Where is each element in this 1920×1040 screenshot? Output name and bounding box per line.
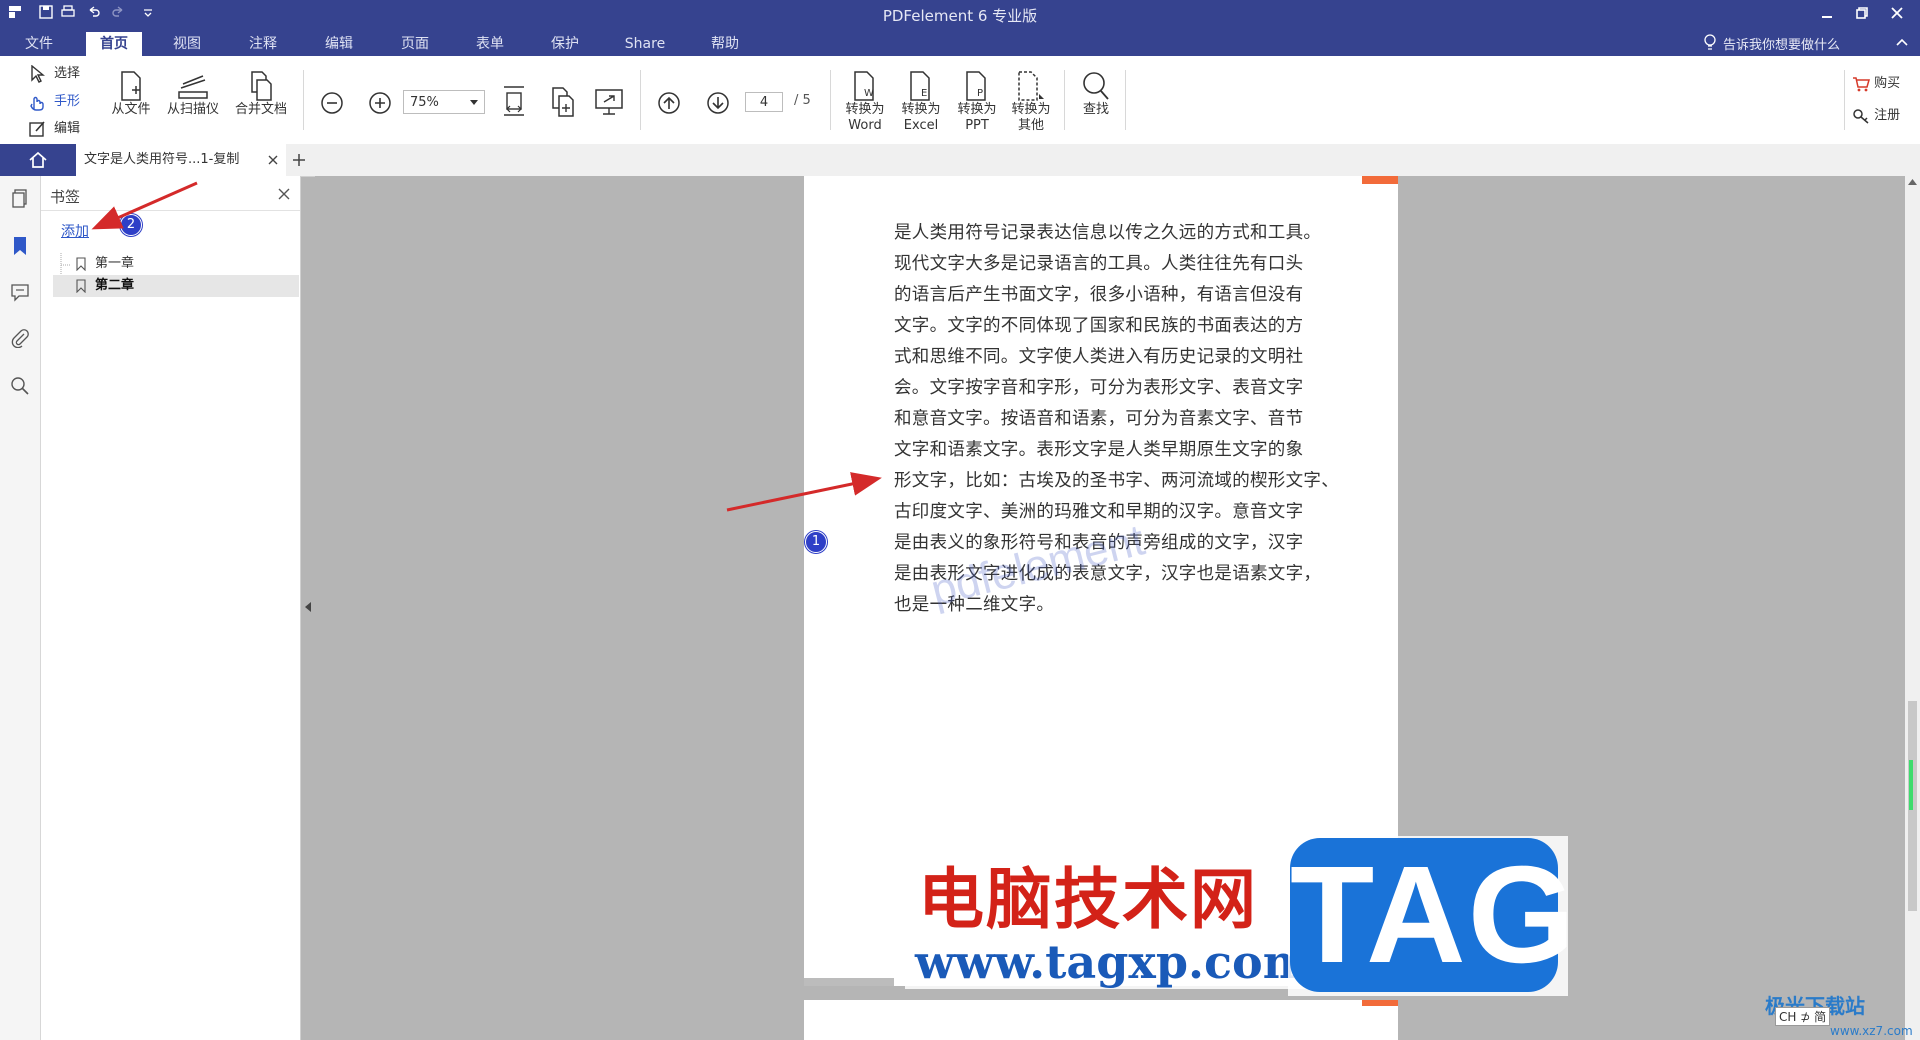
site-url-watermark: www.tagxp.com (905, 935, 1322, 989)
vertical-scrollbar[interactable] (1905, 176, 1920, 1040)
arrow-to-add-link (91, 181, 198, 230)
site-name-watermark: 电脑技术网 (912, 846, 1264, 942)
scroll-indicator (1909, 760, 1913, 810)
tag-logo: TAG (1290, 838, 1578, 992)
step-badge-1: 1 (805, 531, 827, 553)
scroll-up-icon[interactable] (1908, 178, 1917, 186)
ime-indicator: CH ⊅ 简 (1775, 1007, 1831, 1026)
arrow-to-page (726, 472, 882, 512)
corner-site-url: www.xz7.com (1830, 1024, 1913, 1038)
